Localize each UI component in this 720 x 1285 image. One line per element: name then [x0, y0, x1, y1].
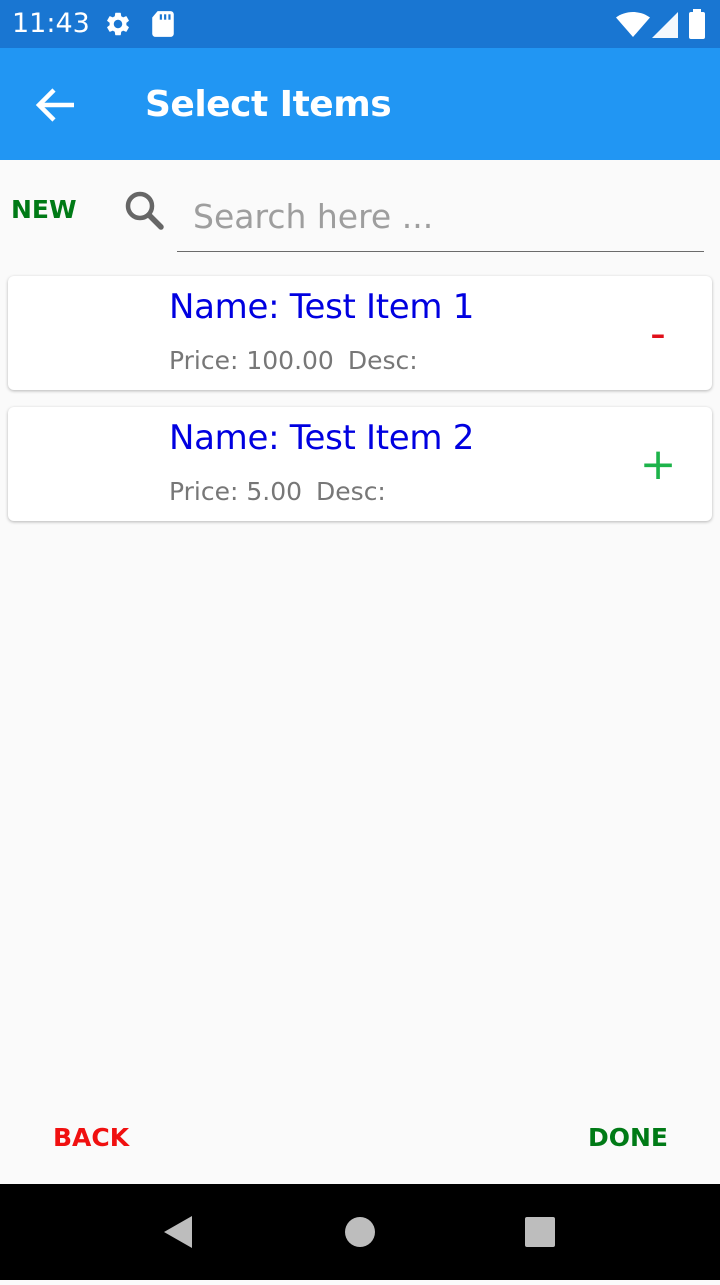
back-arrow-icon[interactable]	[28, 78, 82, 132]
nav-recents-square-icon[interactable]	[480, 1184, 600, 1280]
status-bar: 11:43	[0, 0, 720, 48]
status-time: 11:43	[12, 8, 90, 39]
search-input[interactable]	[177, 182, 704, 252]
battery-icon	[688, 9, 706, 39]
item-meta: Price: 100.00 Desc:	[169, 346, 418, 376]
add-item-button[interactable]: +	[638, 443, 678, 487]
sd-card-icon	[150, 10, 176, 38]
list-item[interactable]: Name: Test Item 2 Price: 5.00 Desc: +	[8, 407, 712, 521]
item-price: Price: 100.00	[169, 346, 334, 375]
item-desc: Desc:	[347, 346, 418, 375]
back-button[interactable]: BACK	[53, 1123, 129, 1153]
item-meta: Price: 5.00 Desc:	[169, 477, 386, 507]
done-button[interactable]: DONE	[588, 1123, 668, 1153]
remove-item-button[interactable]: -	[638, 312, 678, 356]
list-item[interactable]: Name: Test Item 1 Price: 100.00 Desc: -	[8, 276, 712, 390]
item-price: Price: 5.00	[169, 477, 303, 506]
app-bar: Select Items	[0, 48, 720, 160]
system-nav-bar	[0, 1184, 720, 1280]
item-name: Name: Test Item 2	[169, 418, 475, 458]
item-desc: Desc:	[316, 477, 386, 506]
search-icon	[122, 188, 166, 232]
nav-back-triangle-icon[interactable]	[118, 1184, 238, 1280]
page-title: Select Items	[145, 84, 392, 125]
item-name: Name: Test Item 1	[169, 287, 475, 327]
gear-icon	[104, 10, 132, 38]
wifi-icon	[616, 12, 650, 38]
nav-home-circle-icon[interactable]	[300, 1184, 420, 1280]
signal-icon	[652, 12, 678, 38]
new-button[interactable]: NEW	[11, 195, 77, 225]
